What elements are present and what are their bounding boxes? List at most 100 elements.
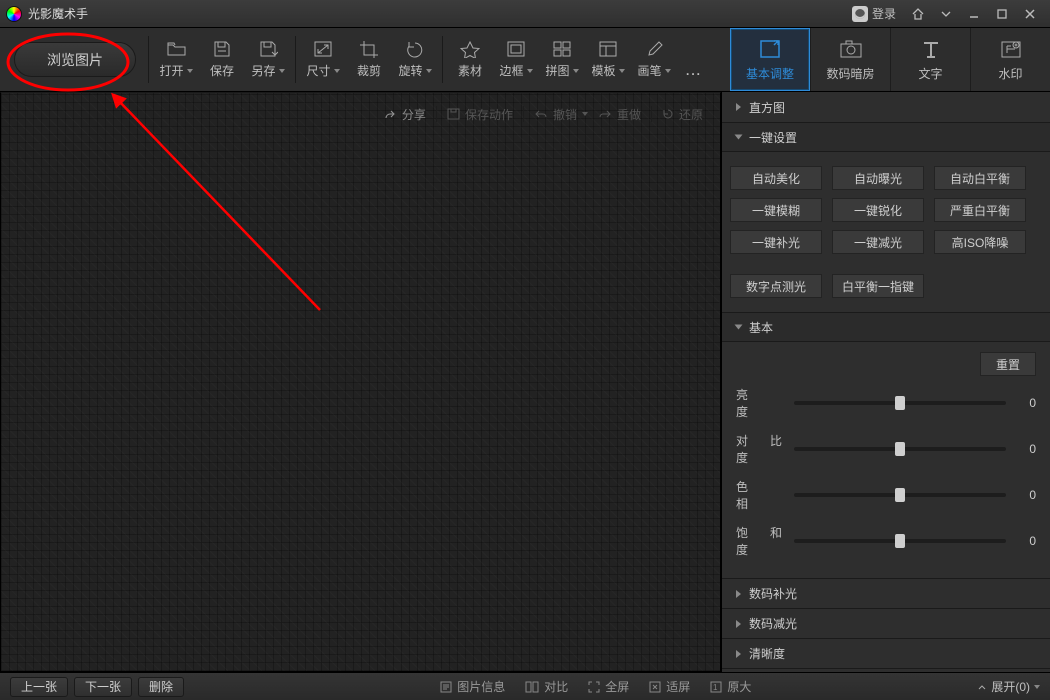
oneclick-5[interactable]: 严重白平衡	[934, 198, 1026, 222]
undo-button[interactable]: 撤销	[534, 106, 588, 123]
slider-track[interactable]	[794, 493, 1006, 497]
folder-open-icon	[166, 40, 186, 58]
restore-button[interactable]: 还原	[662, 106, 703, 123]
oneclick-3[interactable]: 一键模糊	[730, 198, 822, 222]
app-logo	[6, 6, 22, 22]
oneclick-4[interactable]: 一键锐化	[832, 198, 924, 222]
slider-thumb[interactable]	[895, 534, 905, 548]
section-sharpness[interactable]: 清晰度	[722, 638, 1050, 668]
slider-row-3: 饱和度 0	[722, 518, 1050, 564]
undo-icon	[534, 109, 548, 119]
slider-track[interactable]	[794, 447, 1006, 451]
brush-button[interactable]: 画笔	[631, 28, 677, 91]
share-button[interactable]: 分享	[383, 106, 426, 123]
slider-label: 饱和度	[736, 524, 788, 558]
slider-row-1: 对比度 0	[722, 426, 1050, 472]
home-button[interactable]	[904, 3, 932, 25]
slider-label: 对比度	[736, 432, 788, 466]
open-button[interactable]: 打开	[153, 28, 199, 91]
frame-button[interactable]: 边框	[493, 28, 539, 91]
text-icon	[919, 38, 943, 60]
reset-button[interactable]: 重置	[980, 352, 1036, 376]
compare-icon	[525, 681, 539, 693]
tab-text[interactable]: 文字	[890, 28, 970, 91]
oneclick-7[interactable]: 一键减光	[832, 230, 924, 254]
oneclick-9[interactable]: 数字点测光	[730, 274, 822, 298]
watermark-icon	[999, 38, 1023, 60]
slider-value: 0	[1012, 442, 1036, 456]
slider-track[interactable]	[794, 401, 1006, 405]
save-button[interactable]: 保存	[199, 28, 245, 91]
resize-icon	[313, 40, 333, 58]
rotate-button[interactable]: 旋转	[392, 28, 438, 91]
adjust-icon	[758, 38, 782, 60]
slider-row-0: 亮 度0	[722, 380, 1050, 426]
slider-label: 色 相	[736, 478, 788, 512]
next-button[interactable]: 下一张	[74, 677, 132, 697]
slider-thumb[interactable]	[895, 488, 905, 502]
slider-row-2: 色 相 0	[722, 472, 1050, 518]
template-icon	[598, 40, 618, 58]
oneclick-10[interactable]: 白平衡一指键	[832, 274, 924, 298]
delete-button[interactable]: 删除	[138, 677, 184, 697]
slider-thumb[interactable]	[895, 442, 905, 456]
redo-icon	[598, 109, 612, 119]
oneclick-8[interactable]: 高ISO降噪	[934, 230, 1026, 254]
fit-icon	[649, 681, 661, 693]
app-title: 光影魔术手	[28, 5, 88, 22]
oneclick-2[interactable]: 自动白平衡	[934, 166, 1026, 190]
more-button[interactable]: ...	[677, 28, 711, 91]
material-icon	[460, 40, 480, 58]
expand-button[interactable]: 展开(0)	[977, 678, 1040, 695]
material-button[interactable]: 素材	[447, 28, 493, 91]
slider-value: 0	[1012, 488, 1036, 502]
section-digital-dim[interactable]: 数码减光	[722, 608, 1050, 638]
close-button[interactable]	[1016, 3, 1044, 25]
save-action-button[interactable]: 保存动作	[447, 106, 513, 123]
size-button[interactable]: 尺寸	[300, 28, 346, 91]
original-button[interactable]: 1原大	[710, 678, 751, 695]
tab-darkroom[interactable]: 数码暗房	[810, 28, 890, 91]
section-digital-fill[interactable]: 数码补光	[722, 578, 1050, 608]
brush-icon	[644, 40, 664, 58]
oneclick-6[interactable]: 一键补光	[730, 230, 822, 254]
prev-button[interactable]: 上一张	[10, 677, 68, 697]
crop-button[interactable]: 裁剪	[346, 28, 392, 91]
disk-icon	[447, 108, 460, 120]
image-canvas[interactable]	[0, 92, 721, 672]
saveas-icon	[258, 40, 278, 58]
section-basic[interactable]: 基本	[722, 312, 1050, 342]
slider-track[interactable]	[794, 539, 1006, 543]
fullscreen-button[interactable]: 全屏	[588, 678, 629, 695]
login-button[interactable]: 登录	[852, 5, 896, 22]
oneclick-1[interactable]: 自动曝光	[832, 166, 924, 190]
original-icon: 1	[710, 681, 722, 693]
save-icon	[212, 40, 232, 58]
dropdown-button[interactable]	[932, 3, 960, 25]
slider-thumb[interactable]	[895, 396, 905, 410]
section-histogram[interactable]: 直方图	[722, 92, 1050, 122]
slider-value: 0	[1012, 534, 1036, 548]
crop-icon	[359, 40, 379, 58]
collage-button[interactable]: 拼图	[539, 28, 585, 91]
camera-icon	[839, 38, 863, 60]
login-label: 登录	[872, 5, 896, 22]
maximize-button[interactable]	[988, 3, 1016, 25]
fit-button[interactable]: 适屏	[649, 678, 690, 695]
tab-watermark[interactable]: 水印	[970, 28, 1050, 91]
rotate-icon	[405, 40, 425, 58]
redo-button[interactable]: 重做	[598, 106, 641, 123]
image-info-button[interactable]: 图片信息	[440, 678, 505, 695]
slider-label: 亮 度	[736, 386, 788, 420]
compare-button[interactable]: 对比	[525, 678, 568, 695]
tab-basic-adjust[interactable]: 基本调整	[730, 28, 810, 91]
saveas-button[interactable]: 另存	[245, 28, 291, 91]
chevron-up-icon	[977, 682, 987, 692]
oneclick-0[interactable]: 自动美化	[730, 166, 822, 190]
browse-label: 浏览图片	[47, 50, 103, 70]
browse-button[interactable]: 浏览图片	[14, 42, 136, 77]
section-one-click[interactable]: 一键设置	[722, 122, 1050, 152]
minimize-button[interactable]	[960, 3, 988, 25]
frame-icon	[506, 40, 526, 58]
template-button[interactable]: 模板	[585, 28, 631, 91]
